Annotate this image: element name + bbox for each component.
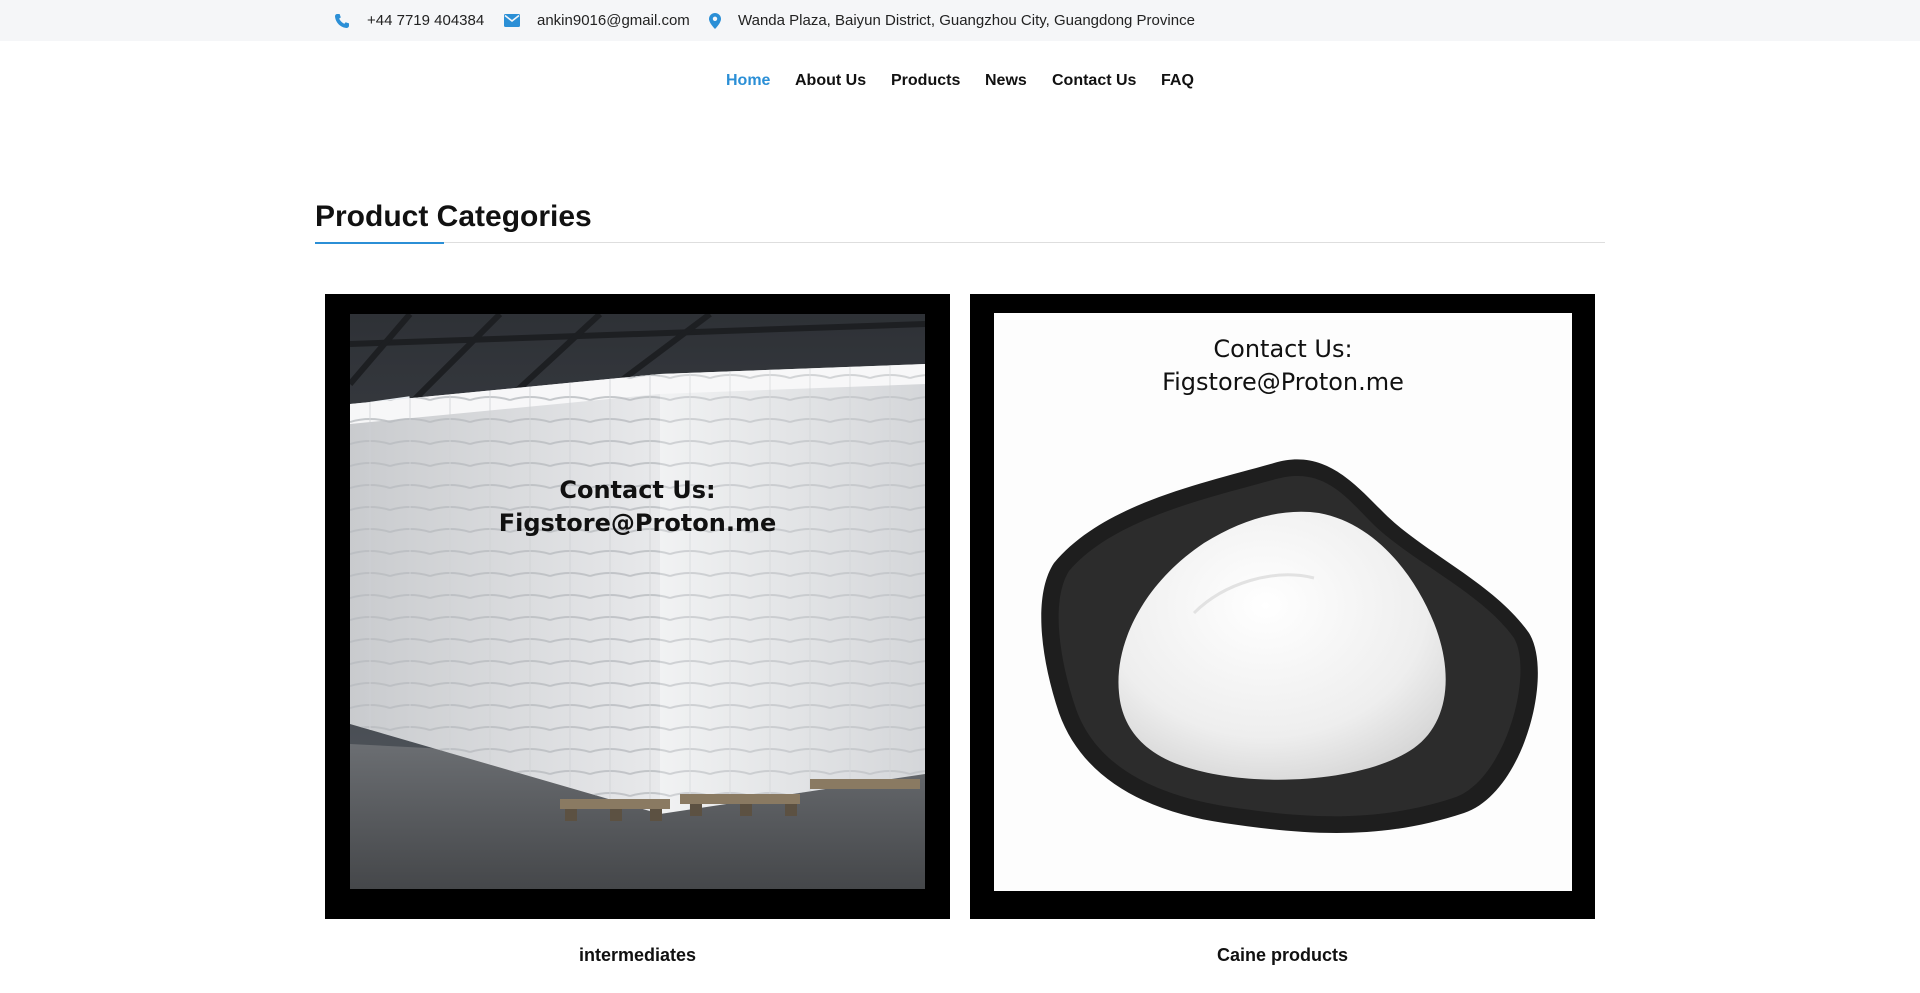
nav-faq[interactable]: FAQ xyxy=(1161,70,1194,92)
category-label-intermediates[interactable]: intermediates xyxy=(325,943,950,967)
warehouse-image xyxy=(350,314,925,889)
watermark-line2: Figstore@Proton.me xyxy=(1162,368,1404,396)
nav-home[interactable]: Home xyxy=(726,70,770,92)
nav-about-us[interactable]: About Us xyxy=(795,70,866,92)
main-navigation: Home About Us Products News Contact Us F… xyxy=(0,70,1920,94)
title-divider xyxy=(315,242,1605,243)
powder-dish-image xyxy=(1041,459,1538,833)
nav-contact-us[interactable]: Contact Us xyxy=(1052,70,1136,92)
white-powder-dish-photo: Contact Us: Figstore@Proton.me xyxy=(994,313,1572,891)
map-pin-icon xyxy=(709,12,721,29)
watermark-line2: Figstore@Proton.me xyxy=(498,509,777,537)
phone-contact[interactable]: +44 7719 404384 xyxy=(334,0,484,41)
image-watermark-text: Contact Us: Figstore@Proton.me xyxy=(350,474,925,540)
top-contact-bar: +44 7719 404384 ankin9016@gmail.com Wand… xyxy=(0,0,1920,41)
image-watermark-text: Contact Us: Figstore@Proton.me xyxy=(994,333,1572,399)
watermark-line1: Contact Us: xyxy=(1213,335,1353,363)
email-address: ankin9016@gmail.com xyxy=(537,12,690,29)
watermark-line1: Contact Us: xyxy=(559,476,716,504)
nav-products[interactable]: Products xyxy=(891,70,960,92)
category-label-caine-products[interactable]: Caine products xyxy=(970,943,1595,967)
category-card-caine-products[interactable]: Contact Us: Figstore@Proton.me xyxy=(970,294,1595,919)
address-text: Wanda Plaza, Baiyun District, Guangzhou … xyxy=(738,12,1195,29)
address-contact: Wanda Plaza, Baiyun District, Guangzhou … xyxy=(709,0,1195,41)
title-accent-bar xyxy=(315,242,444,244)
envelope-icon xyxy=(504,14,520,27)
section-title: Product Categories xyxy=(315,200,592,233)
category-card-intermediates[interactable]: Contact Us: Figstore@Proton.me xyxy=(325,294,950,919)
nav-news[interactable]: News xyxy=(985,70,1027,92)
phone-icon xyxy=(335,13,349,28)
warehouse-sacks-photo: Contact Us: Figstore@Proton.me xyxy=(350,314,925,889)
phone-number: +44 7719 404384 xyxy=(367,12,485,29)
email-contact[interactable]: ankin9016@gmail.com xyxy=(504,0,690,41)
